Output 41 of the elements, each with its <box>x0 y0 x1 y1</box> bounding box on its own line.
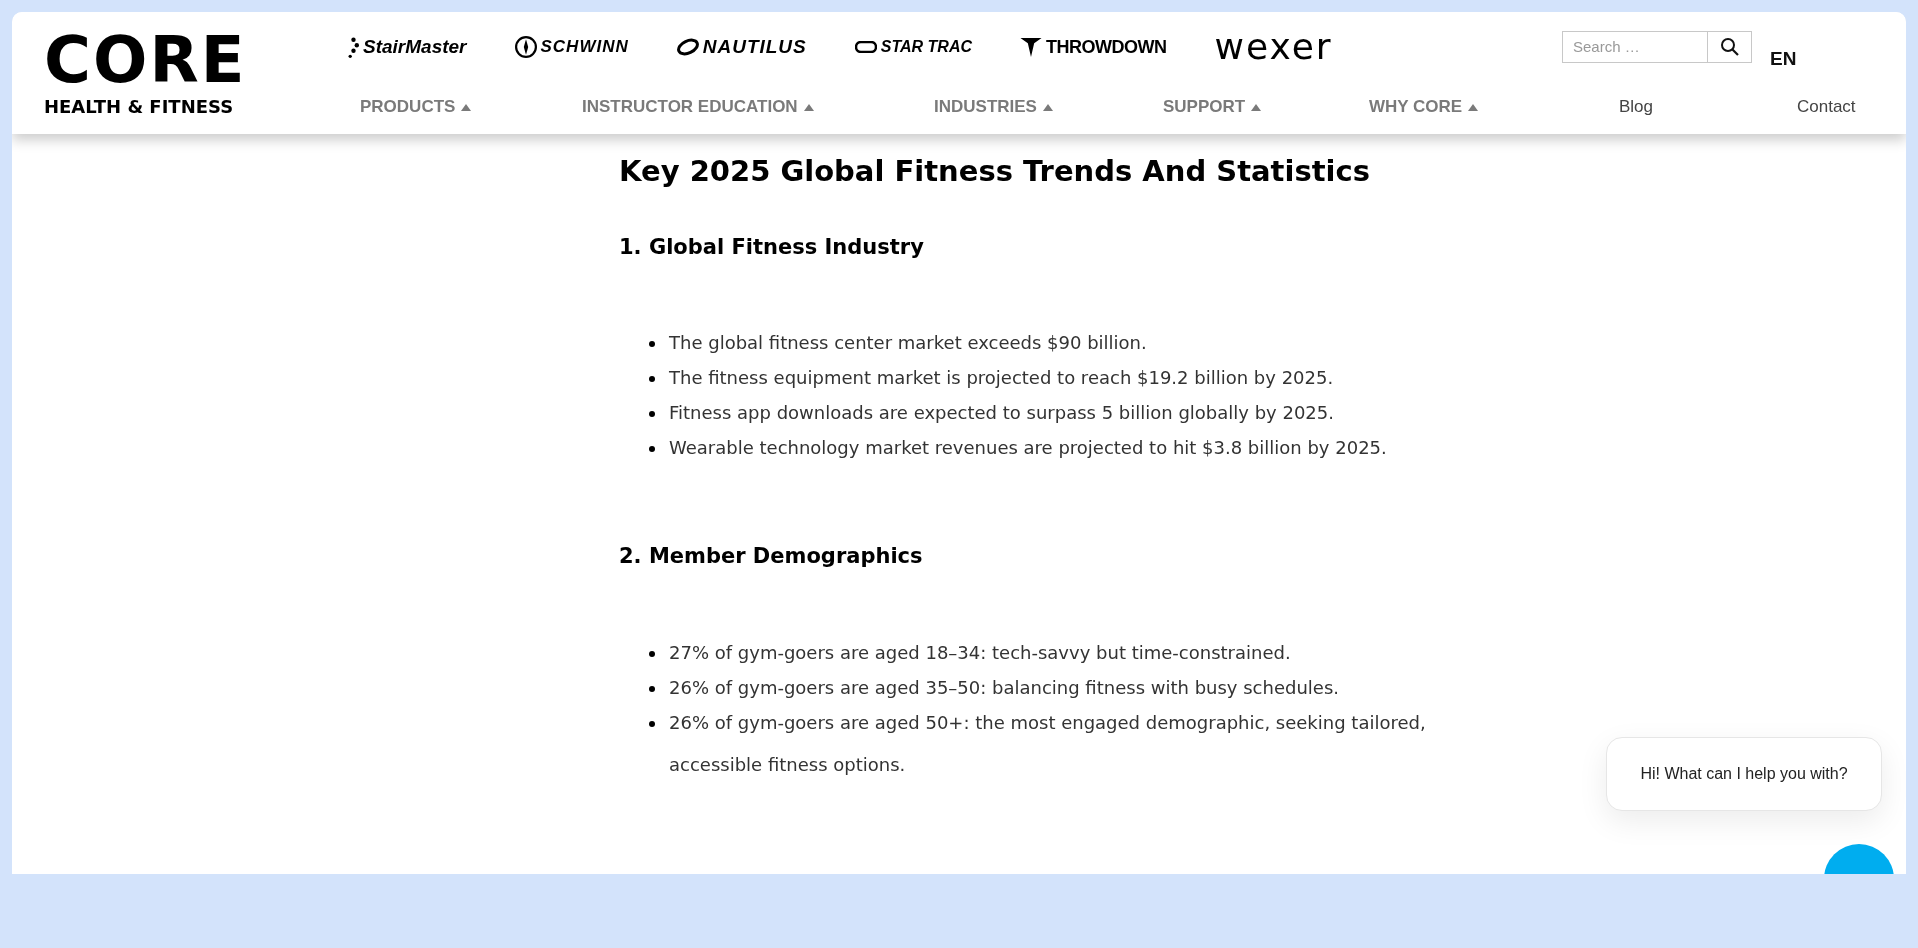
nav-link[interactable]: Blog <box>1619 94 1654 120</box>
bullet-text: The fitness equipment market is projected to reach $19.2 billion by 2025. <box>669 366 1334 390</box>
search-button[interactable] <box>1708 30 1752 63</box>
brand-mark-icon <box>1020 37 1043 57</box>
article-title: Key 2025 Global Fitness Trends And Statistics <box>619 153 1370 190</box>
logo-tagline: HEALTH & FITNESS <box>44 96 234 118</box>
nav-link[interactable]: PRODUCTS <box>360 94 472 120</box>
bullet-text: 26% of gym-goers are aged 50+: the most engaged demographic, seeking tailored, accessible fitness options. <box>669 710 1427 777</box>
brand-mark-icon <box>676 37 699 57</box>
bullet-text: Wearable technology market revenues are projected to hit $3.8 billion by 2025. <box>669 436 1387 460</box>
bullet-text: 27% of gym-goers are aged 18–34: tech-savvy but time-constrained. <box>669 640 1291 665</box>
bullet-text: Fitness app downloads are expected to surpass 5 billion globally by 2025. <box>669 401 1334 425</box>
brand-logo[interactable]: SCHWINN <box>540 34 629 60</box>
bullet-text: The global fitness center market exceeds $90 billion. <box>669 331 1147 355</box>
caret-up-icon <box>1468 103 1479 111</box>
chat-bubble[interactable]: Hi! What can I help you with? <box>1606 737 1882 811</box>
brand-logo[interactable]: wexer <box>1214 20 1333 74</box>
nav-link[interactable]: WHY CORE <box>1369 94 1479 120</box>
brand-logo[interactable]: StairMaster <box>363 32 467 62</box>
logo-wordmark[interactable]: CORE <box>44 30 247 90</box>
brand-logo[interactable]: THROWDOWN <box>1046 33 1167 61</box>
nav-link[interactable]: INSTRUCTOR EDUCATION <box>582 94 814 120</box>
section-heading: 1. Global Fitness Industry <box>619 233 924 261</box>
caret-up-icon <box>1042 103 1053 111</box>
brand-logo[interactable]: STAR TRAC <box>880 35 973 59</box>
search-field[interactable]: Search … <box>1562 30 1708 63</box>
nav-link[interactable]: SUPPORT <box>1163 94 1262 120</box>
brand-mark-icon <box>854 41 877 53</box>
section-heading: 2. Member Demographics <box>619 543 923 570</box>
bullet-text: 26% of gym-goers are aged 35–50: balancing fitness with busy schedules. <box>669 675 1339 700</box>
nav-link[interactable]: INDUSTRIES <box>934 94 1053 120</box>
brand-mark-icon <box>348 36 359 58</box>
language-selector[interactable]: EN <box>1770 30 1797 74</box>
caret-up-icon <box>461 103 472 111</box>
brand-logo[interactable]: NAUTILUS <box>702 32 807 62</box>
chat-greeting: Hi! What can I help you with? <box>1640 764 1848 784</box>
brand-mark-icon <box>514 36 537 58</box>
search-icon <box>1719 36 1740 57</box>
caret-up-icon <box>803 103 814 111</box>
nav-link[interactable]: Contact <box>1797 94 1856 120</box>
caret-up-icon <box>1251 103 1262 111</box>
